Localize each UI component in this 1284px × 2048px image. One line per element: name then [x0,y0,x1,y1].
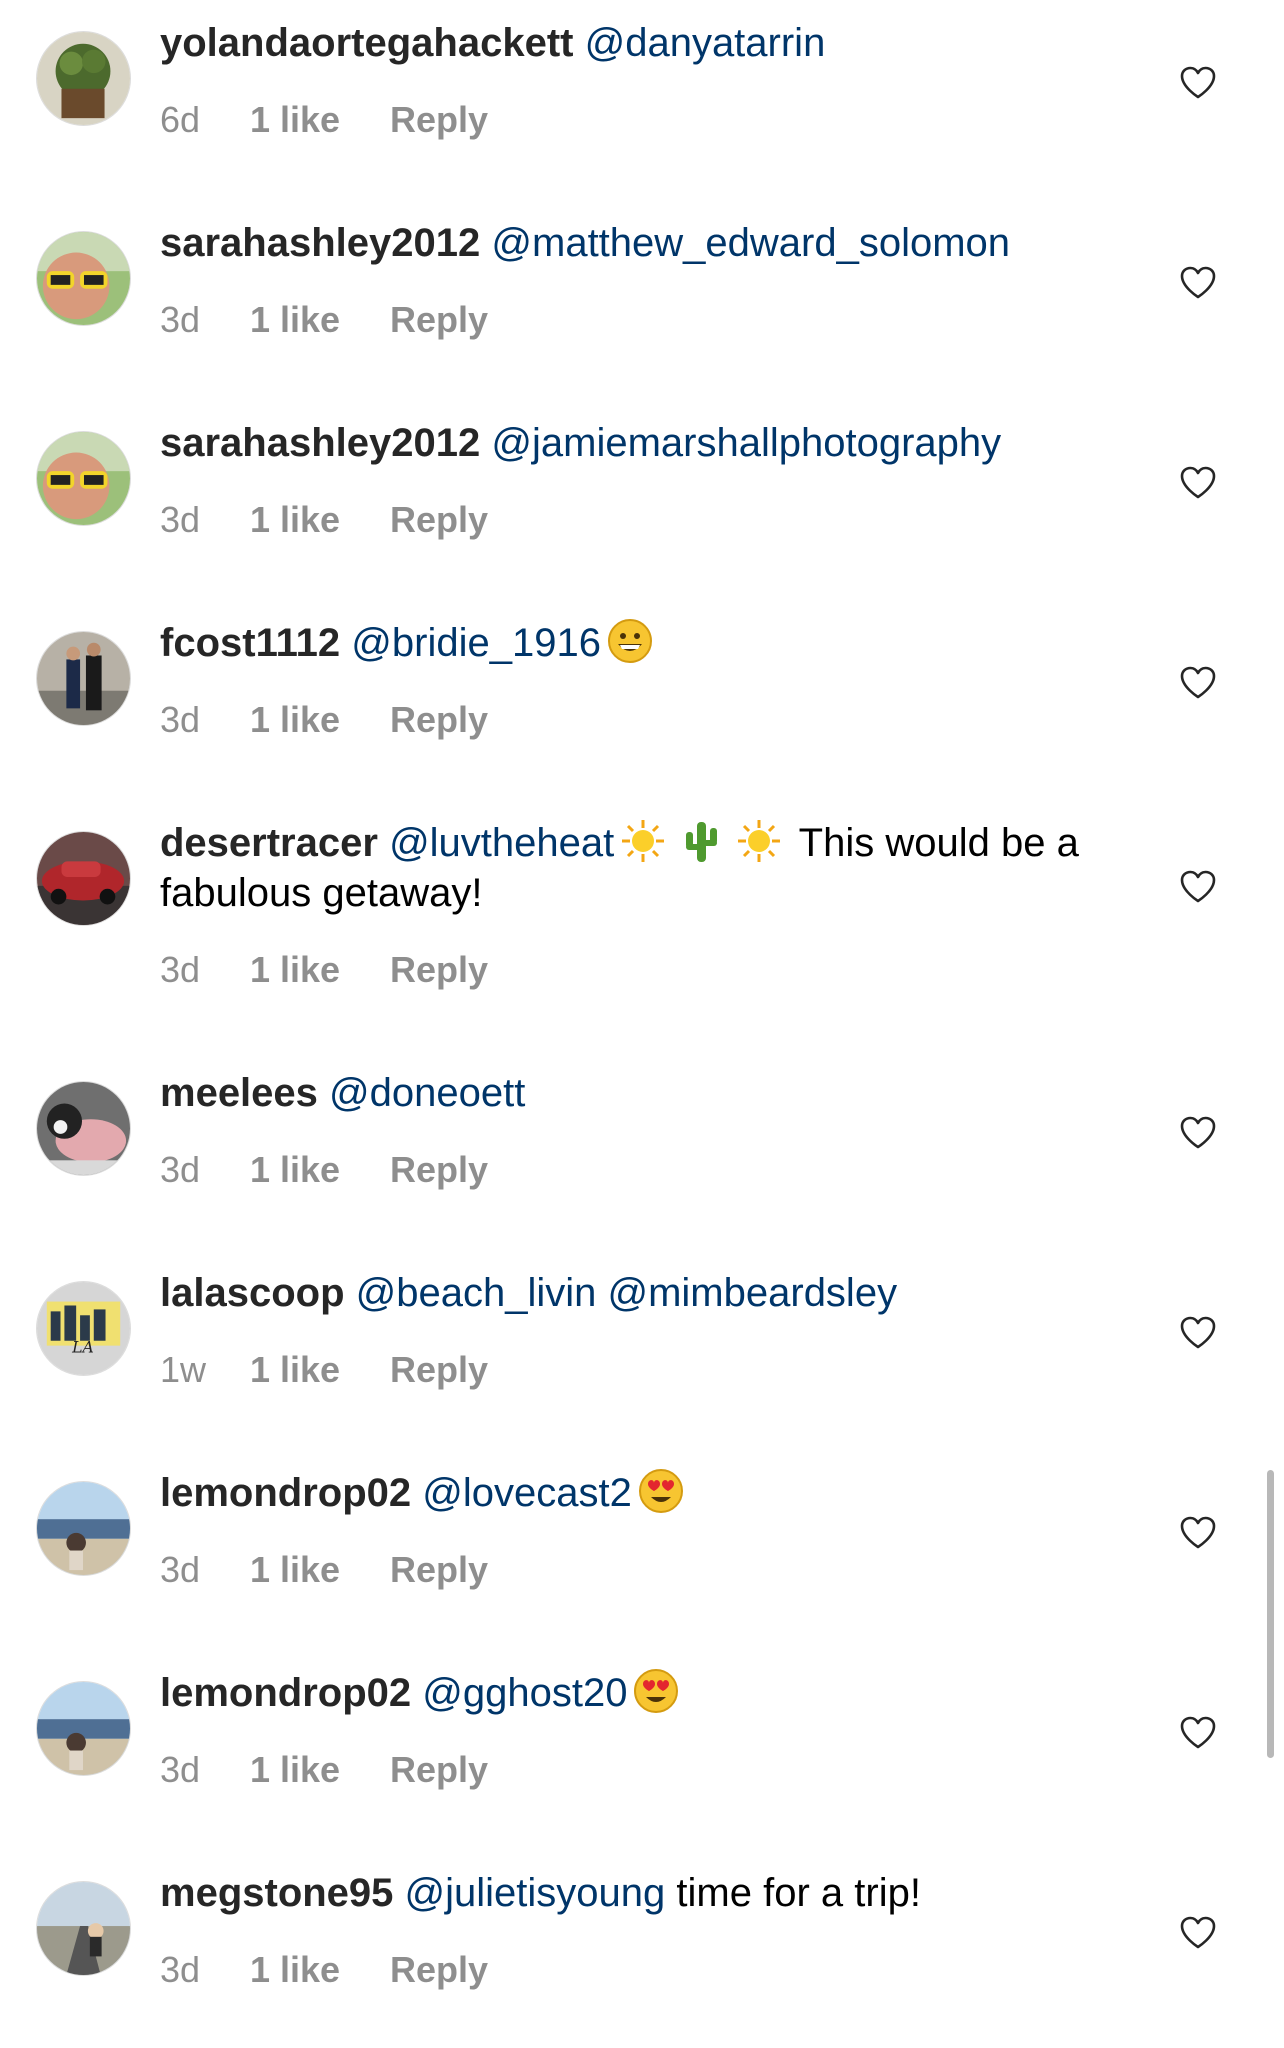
username[interactable]: desertracer [160,821,378,865]
reply-button[interactable]: Reply [390,498,488,542]
reply-button[interactable]: Reply [390,1348,488,1392]
username[interactable]: meelees [160,1071,318,1115]
reply-button[interactable]: Reply [390,98,488,142]
avatar[interactable] [36,1081,131,1176]
comment-meta: 3d 1 like Reply [160,1748,488,1792]
mention-link[interactable]: @lovecast2 [422,1471,632,1515]
like-count[interactable]: 1 like [250,1148,390,1192]
sun-emoji [736,818,782,864]
mention-link[interactable]: @matthew_edward_solomon [491,221,1010,265]
like-count[interactable]: 1 like [250,98,390,142]
username[interactable]: lalascoop [160,1271,345,1315]
comment-text: meelees @doneoett [160,1068,1100,1118]
heart-outline-icon[interactable] [1178,1313,1218,1353]
heart-outline-icon[interactable] [1178,1513,1218,1553]
grinning-face-emoji [607,618,653,664]
comment-text: sarahashley2012 @matthew_edward_solomon [160,218,1100,268]
timestamp: 3d [160,1149,201,1190]
reply-button[interactable]: Reply [390,698,488,742]
comment-meta: 3d 1 like Reply [160,698,488,742]
timestamp: 1w [160,1349,207,1390]
timestamp: 3d [160,1949,201,1990]
comment-meta: 3d 1 like Reply [160,1548,488,1592]
heart-outline-icon[interactable] [1178,663,1218,703]
username[interactable]: lemondrop02 [160,1671,411,1715]
username[interactable]: sarahashley2012 [160,421,480,465]
like-count[interactable]: 1 like [250,1348,390,1392]
timestamp: 3d [160,1549,201,1590]
like-count[interactable]: 1 like [250,498,390,542]
reply-button[interactable]: Reply [390,298,488,342]
timestamp: 3d [160,1749,201,1790]
comment-body: time for a trip! [676,1871,921,1915]
mention-link[interactable]: @danyatarrin [585,21,826,65]
comment-text: yolandaortegahackett @danyatarrin [160,18,1100,68]
avatar[interactable] [36,431,131,526]
comment-text: desertracer @luvtheheat This would be a … [160,818,1100,918]
avatar[interactable]: LA [36,1281,131,1376]
username[interactable]: megstone95 [160,1871,393,1915]
mention-link[interactable]: @gghost20 [422,1671,627,1715]
cactus-emoji [678,818,724,864]
avatar[interactable] [36,231,131,326]
timestamp: 3d [160,949,201,990]
avatar[interactable] [36,831,131,926]
comment-meta: 3d 1 like Reply [160,1948,488,1992]
timestamp: 6d [160,99,201,140]
heart-outline-icon[interactable] [1178,1113,1218,1153]
heart-outline-icon[interactable] [1178,263,1218,303]
username[interactable]: sarahashley2012 [160,221,480,265]
mention-link[interactable]: @beach_livin @mimbeardsley [356,1271,897,1315]
comment-text: sarahashley2012 @jamiemarshallphotograph… [160,418,1100,468]
like-count[interactable]: 1 like [250,948,390,992]
reply-button[interactable]: Reply [390,1548,488,1592]
like-count[interactable]: 1 like [250,698,390,742]
comment-text: lalascoop @beach_livin @mimbeardsley [160,1268,1100,1318]
scrollbar[interactable] [1267,1470,1274,1758]
comment-meta: 3d 1 like Reply [160,298,488,342]
comment-meta: 3d 1 like Reply [160,1148,488,1192]
username[interactable]: yolandaortegahackett [160,21,573,65]
timestamp: 3d [160,499,201,540]
avatar[interactable] [36,1881,131,1976]
sun-emoji [620,818,666,864]
heart-outline-icon[interactable] [1178,1713,1218,1753]
mention-link[interactable]: @doneoett [329,1071,525,1115]
comment-text: megstone95 @julietisyoung time for a tri… [160,1868,1100,1918]
timestamp: 3d [160,299,201,340]
heart-eyes-emoji [638,1468,684,1514]
heart-outline-icon[interactable] [1178,63,1218,103]
comment-text: fcost1112 @bridie_1916 [160,618,1100,668]
avatar[interactable] [36,631,131,726]
heart-outline-icon[interactable] [1178,1913,1218,1953]
mention-link[interactable]: @jamiemarshallphotography [491,421,1001,465]
mention-link[interactable]: @luvtheheat [389,821,614,865]
like-count[interactable]: 1 like [250,1948,390,1992]
comment-meta: 3d 1 like Reply [160,948,488,992]
reply-button[interactable]: Reply [390,948,488,992]
reply-button[interactable]: Reply [390,1748,488,1792]
username[interactable]: lemondrop02 [160,1471,411,1515]
like-count[interactable]: 1 like [250,298,390,342]
mention-link[interactable]: @bridie_1916 [351,621,601,665]
timestamp: 3d [160,699,201,740]
reply-button[interactable]: Reply [390,1948,488,1992]
mention-link[interactable]: @julietisyoung [405,1871,666,1915]
svg-text:LA: LA [71,1337,94,1356]
comment-meta: 3d 1 like Reply [160,498,488,542]
heart-outline-icon[interactable] [1178,463,1218,503]
comment-meta: 6d 1 like Reply [160,98,488,142]
comment-meta: 1w 1 like Reply [160,1348,488,1392]
like-count[interactable]: 1 like [250,1548,390,1592]
heart-outline-icon[interactable] [1178,867,1218,907]
avatar[interactable] [36,31,131,126]
like-count[interactable]: 1 like [250,1748,390,1792]
comment-text: lemondrop02 @gghost20 [160,1668,1100,1718]
reply-button[interactable]: Reply [390,1148,488,1192]
username[interactable]: fcost1112 [160,621,340,665]
avatar[interactable] [36,1481,131,1576]
comment-text: lemondrop02 @lovecast2 [160,1468,1100,1518]
heart-eyes-emoji [633,1668,679,1714]
avatar[interactable] [36,1681,131,1776]
